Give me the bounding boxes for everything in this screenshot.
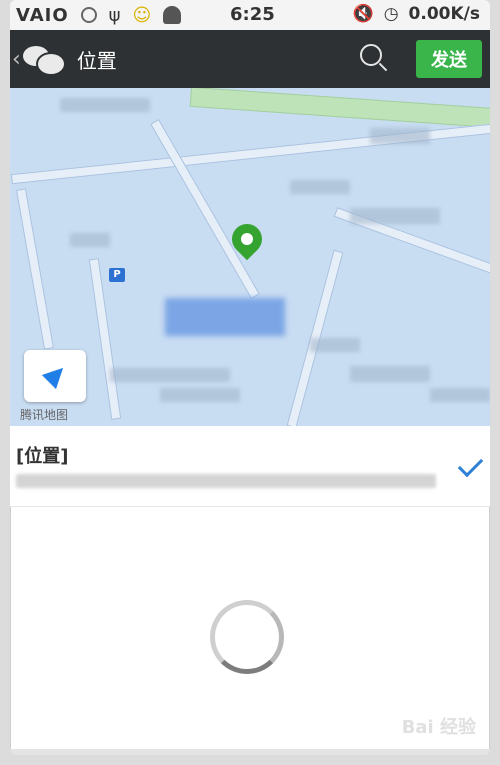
map-attribution: 腾讯地图 bbox=[20, 408, 69, 422]
watermark: Bai 经验 bbox=[401, 717, 476, 738]
map-view[interactable]: P 腾讯地图 bbox=[10, 88, 490, 426]
location-address bbox=[16, 474, 436, 488]
android-icon bbox=[163, 6, 182, 24]
map-highlight-area bbox=[165, 298, 285, 336]
app-window: VAIO ψ ☺ 6:25 🔇 ◷ 0.00K/s ‹ 位置 发送 P 腾讯地图… bbox=[10, 0, 490, 755]
map-label bbox=[110, 368, 230, 382]
target-icon bbox=[80, 7, 97, 23]
bottom-edge bbox=[10, 749, 490, 755]
title-bar: ‹ 位置 发送 bbox=[10, 30, 490, 88]
parking-icon: P bbox=[109, 268, 125, 282]
map-label bbox=[290, 180, 350, 194]
map-label bbox=[160, 388, 240, 402]
map-road bbox=[150, 119, 260, 299]
map-label bbox=[310, 338, 360, 352]
location-item[interactable]: [位置] bbox=[10, 426, 490, 507]
checkmark-icon bbox=[457, 451, 484, 478]
location-name: [位置] bbox=[16, 446, 69, 467]
page-title: 位置 bbox=[76, 48, 117, 73]
map-label bbox=[70, 233, 110, 247]
status-bar: VAIO ψ ☺ 6:25 🔇 ◷ 0.00K/s bbox=[10, 0, 490, 30]
send-button[interactable]: 发送 bbox=[416, 40, 482, 78]
map-label bbox=[350, 208, 440, 224]
vaio-icon: VAIO bbox=[16, 4, 69, 26]
back-icon[interactable]: ‹ bbox=[12, 47, 21, 72]
alarm-icon: ◷ bbox=[383, 4, 399, 24]
network-speed: 0.00K/s bbox=[408, 4, 480, 24]
navigation-arrow-icon bbox=[41, 360, 71, 390]
map-label bbox=[350, 366, 430, 382]
usb-icon: ψ bbox=[108, 4, 121, 26]
map-label bbox=[370, 128, 430, 144]
map-label bbox=[60, 98, 150, 112]
mute-icon: 🔇 bbox=[352, 4, 374, 24]
map-main-road bbox=[189, 88, 490, 130]
location-pin-icon bbox=[225, 217, 269, 264]
search-icon[interactable] bbox=[360, 44, 382, 66]
map-road bbox=[16, 188, 54, 350]
map-label bbox=[430, 388, 490, 402]
status-time: 6:25 bbox=[230, 4, 275, 25]
loading-spinner-icon bbox=[210, 600, 284, 674]
wechat-logo-icon[interactable] bbox=[22, 42, 65, 76]
map-road bbox=[88, 258, 122, 420]
locate-me-button[interactable] bbox=[24, 350, 86, 402]
smiley-icon: ☺ bbox=[132, 4, 152, 26]
